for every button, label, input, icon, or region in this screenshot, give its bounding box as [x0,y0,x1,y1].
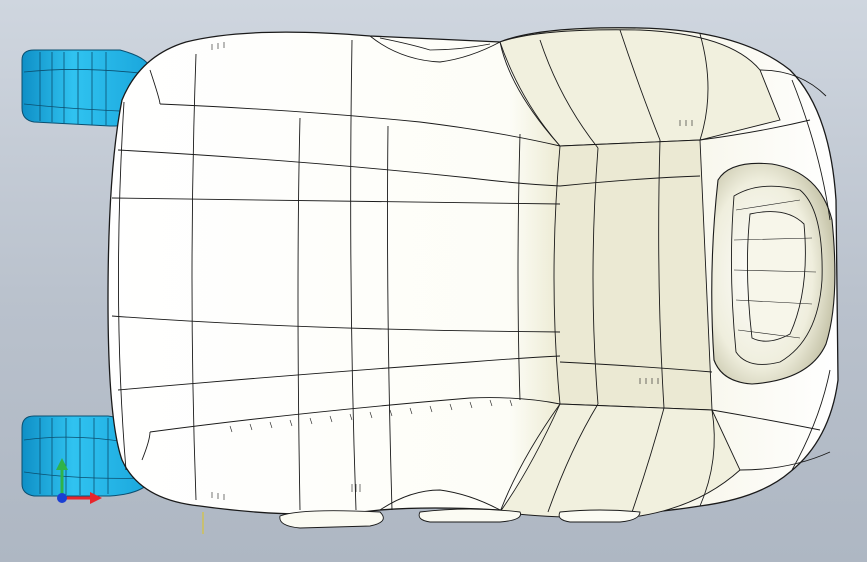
headrest-pocket [711,162,836,385]
z-axis [57,493,67,503]
seat-body[interactable] [107,27,839,529]
3d-viewport[interactable] [0,0,867,562]
